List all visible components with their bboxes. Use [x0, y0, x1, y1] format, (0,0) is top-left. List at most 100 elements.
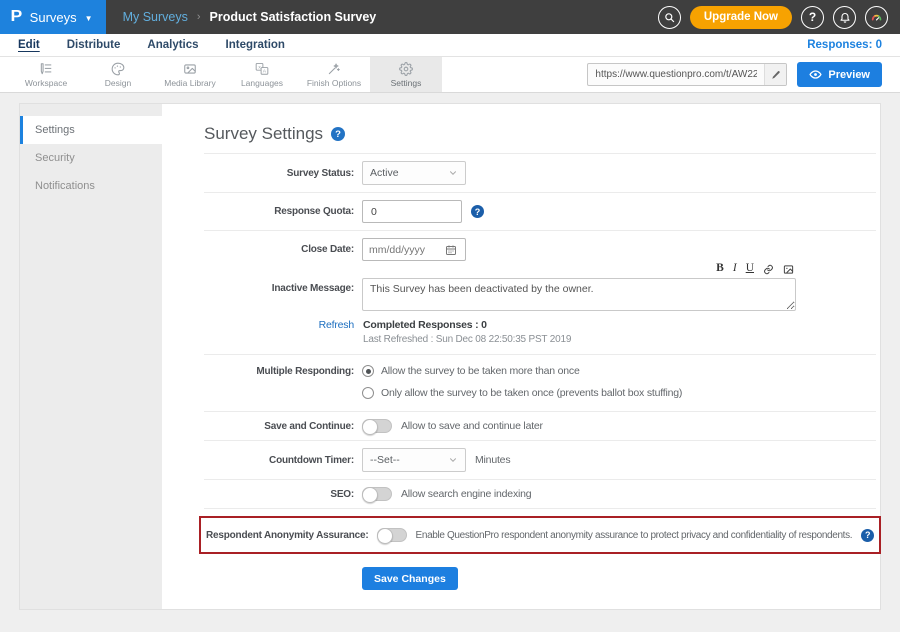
- close-date-label: Close Date:: [204, 244, 354, 255]
- account-meter-button[interactable]: [865, 6, 888, 29]
- survey-settings-help-icon[interactable]: ?: [331, 127, 345, 141]
- sidebar-item-settings[interactable]: Settings: [20, 116, 162, 144]
- page: Settings Security Notifications Survey S…: [0, 93, 900, 610]
- insert-image-button[interactable]: [783, 264, 794, 275]
- gear-icon: [399, 62, 413, 76]
- save-row: Save Changes: [204, 554, 876, 590]
- toolbar-label-finish-options: Finish Options: [307, 78, 361, 88]
- settings-card: Settings Security Notifications Survey S…: [19, 103, 881, 610]
- save-continue-label: Save and Continue:: [204, 421, 354, 432]
- toolbar-label-media-library: Media Library: [164, 78, 216, 88]
- chevron-down-icon: [448, 455, 458, 465]
- response-quota-input[interactable]: [362, 200, 462, 223]
- toolbar-label-languages: Languages: [241, 78, 283, 88]
- translate-icon: xA: [255, 62, 269, 76]
- anonymity-toggle[interactable]: [377, 528, 407, 542]
- tab-integration[interactable]: Integration: [226, 39, 285, 51]
- toolbar-item-settings[interactable]: Settings: [370, 57, 442, 92]
- refresh-link[interactable]: Refresh: [319, 319, 354, 331]
- close-date-input[interactable]: [369, 244, 441, 256]
- underline-button[interactable]: U: [746, 263, 754, 275]
- edit-toolbar: Workspace Design Media Library xA Langua…: [0, 57, 900, 93]
- inactive-message-label: Inactive Message:: [204, 261, 354, 294]
- tab-analytics[interactable]: Analytics: [147, 39, 198, 51]
- italic-button[interactable]: I: [733, 263, 737, 275]
- tab-distribute[interactable]: Distribute: [67, 39, 121, 51]
- countdown-timer-unit: Minutes: [475, 454, 510, 466]
- save-continue-toggle[interactable]: [362, 419, 392, 433]
- radio-option-once-only[interactable]: Only allow the survey to be taken once (…: [362, 387, 682, 399]
- survey-url-input[interactable]: [588, 64, 764, 85]
- image-icon: [183, 62, 197, 76]
- bold-button[interactable]: B: [716, 263, 724, 275]
- save-changes-button[interactable]: Save Changes: [362, 567, 458, 590]
- survey-status-select[interactable]: Active: [362, 161, 466, 185]
- radio-selected-icon[interactable]: [362, 365, 374, 377]
- seo-text: Allow search engine indexing: [401, 488, 531, 500]
- response-quota-row: Response Quota: ?: [204, 193, 876, 231]
- completed-responses-text: Completed Responses : 0: [363, 319, 571, 331]
- magic-wand-icon: [327, 62, 341, 76]
- toolbar-item-finish-options[interactable]: Finish Options: [298, 57, 370, 92]
- toolbar-item-design[interactable]: Design: [82, 57, 154, 92]
- search-icon: [664, 12, 675, 23]
- seo-toggle[interactable]: [362, 487, 392, 501]
- toggle-knob: [362, 487, 378, 503]
- multiple-responding-row: Multiple Responding: Allow the survey to…: [204, 355, 876, 412]
- upgrade-now-button[interactable]: Upgrade Now: [690, 6, 792, 29]
- toolbar-label-workspace: Workspace: [25, 78, 67, 88]
- sidebar-item-security[interactable]: Security: [20, 144, 162, 172]
- anonymity-help-icon[interactable]: ?: [861, 529, 874, 542]
- surveys-menu[interactable]: P Surveys ▼: [0, 0, 106, 34]
- palette-icon: [111, 62, 125, 76]
- heading-row: Survey Settings ?: [204, 104, 876, 154]
- toolbar-item-languages[interactable]: xA Languages: [226, 57, 298, 92]
- radio-option-multiple-allowed[interactable]: Allow the survey to be taken more than o…: [362, 365, 682, 377]
- survey-status-label: Survey Status:: [204, 168, 354, 179]
- toolbar-right: Preview: [587, 57, 900, 92]
- preview-label: Preview: [828, 69, 870, 81]
- breadcrumb-my-surveys[interactable]: My Surveys: [123, 10, 188, 24]
- inactive-message-row: Inactive Message: B I U: [204, 261, 876, 315]
- countdown-timer-row: Countdown Timer: --Set-- Minutes: [204, 441, 876, 480]
- topbar-actions: Upgrade Now ?: [658, 0, 900, 34]
- notifications-button[interactable]: [833, 6, 856, 29]
- chevron-down-icon: ▼: [85, 12, 93, 23]
- questionpro-logo-icon: P: [10, 8, 22, 26]
- close-date-field[interactable]: [362, 238, 466, 261]
- toolbar-item-workspace[interactable]: Workspace: [10, 57, 82, 92]
- link-icon: [763, 264, 774, 275]
- countdown-timer-label: Countdown Timer:: [204, 455, 354, 466]
- workspace-icon: [39, 62, 53, 76]
- tab-edit[interactable]: Edit: [18, 39, 40, 51]
- toolbar-label-settings: Settings: [391, 78, 422, 88]
- settings-main: Survey Settings ? Survey Status: Active: [162, 104, 900, 609]
- breadcrumb: My Surveys › Product Satisfaction Survey: [123, 0, 377, 34]
- chevron-down-icon: [448, 168, 458, 178]
- editor-toolbar: B I U: [362, 261, 796, 278]
- settings-sidebar: Settings Security Notifications: [20, 104, 162, 609]
- preview-button[interactable]: Preview: [797, 62, 882, 87]
- responses-count[interactable]: Responses: 0: [807, 39, 882, 51]
- anonymity-text: Enable QuestionPro respondent anonymity …: [416, 530, 853, 541]
- anonymity-label: Respondent Anonymity Assurance:: [206, 530, 369, 541]
- eye-icon: [809, 68, 822, 81]
- help-button[interactable]: ?: [801, 6, 824, 29]
- inactive-message-textarea[interactable]: This Survey has been deactivated by the …: [362, 278, 796, 311]
- survey-status-value: Active: [370, 167, 399, 179]
- search-button[interactable]: [658, 6, 681, 29]
- edit-url-button[interactable]: [764, 64, 786, 85]
- breadcrumb-current-survey: Product Satisfaction Survey: [210, 10, 377, 24]
- radio-unselected-icon[interactable]: [362, 387, 374, 399]
- sidebar-item-notifications[interactable]: Notifications: [20, 172, 162, 200]
- countdown-timer-select[interactable]: --Set--: [362, 448, 466, 472]
- toggle-knob: [362, 419, 378, 435]
- seo-label: SEO:: [204, 489, 354, 500]
- save-continue-row: Save and Continue: Allow to save and con…: [204, 412, 876, 441]
- gauge-icon: [870, 11, 883, 24]
- countdown-timer-value: --Set--: [370, 454, 400, 466]
- link-button[interactable]: [763, 264, 774, 275]
- response-quota-help-icon[interactable]: ?: [471, 205, 484, 218]
- radio-option-label: Allow the survey to be taken more than o…: [381, 365, 580, 377]
- toolbar-item-media-library[interactable]: Media Library: [154, 57, 226, 92]
